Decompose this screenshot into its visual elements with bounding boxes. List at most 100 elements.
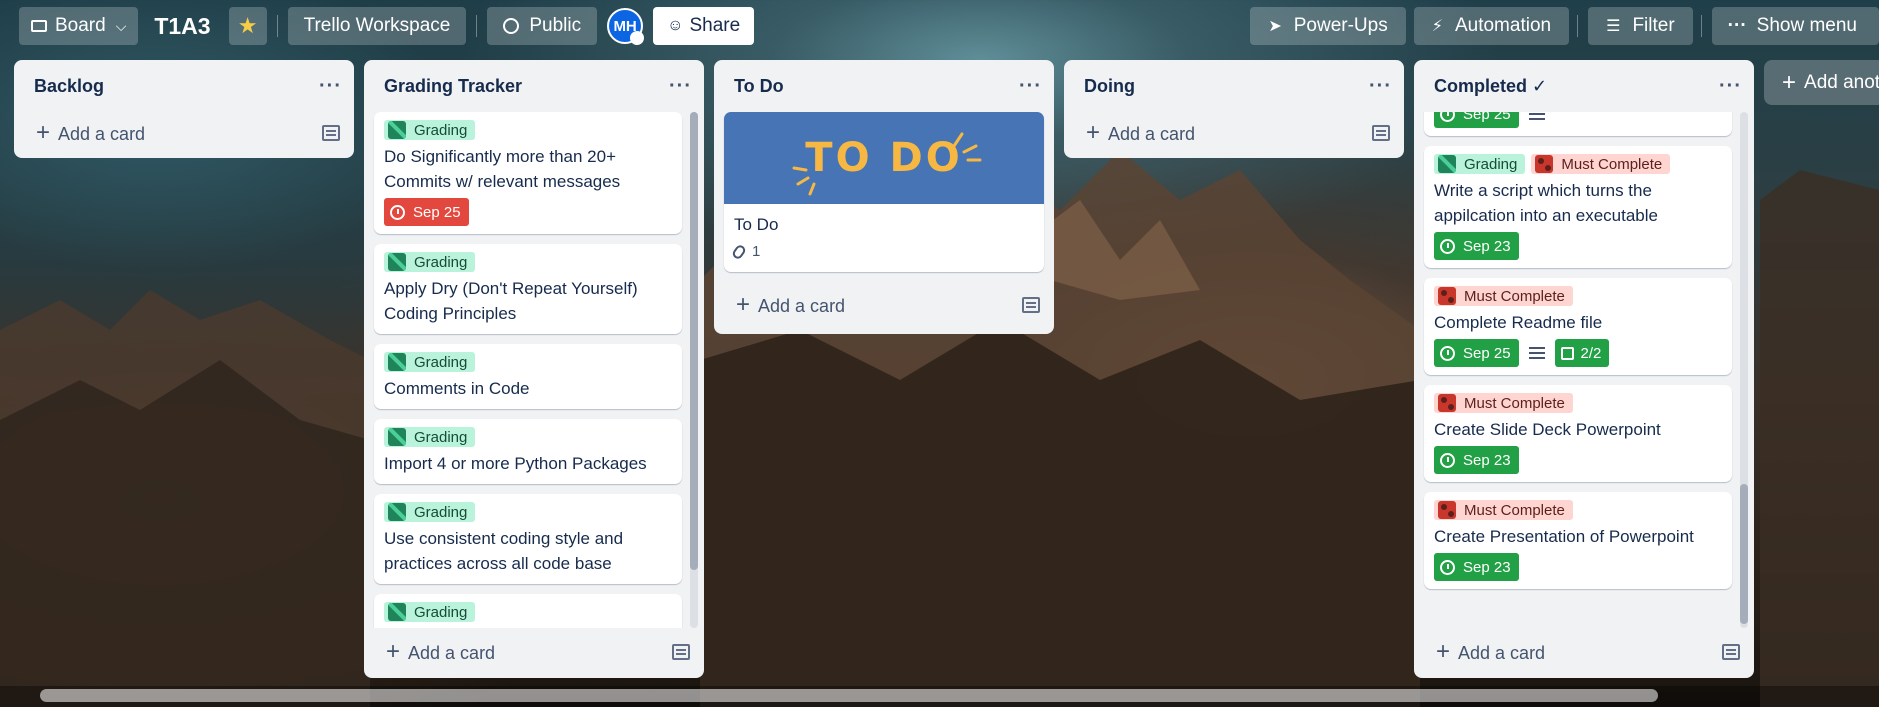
powerups-button[interactable]: ➤ Power-Ups (1250, 7, 1406, 45)
description-icon (1528, 347, 1545, 359)
list-title[interactable]: Backlog (34, 76, 104, 97)
card[interactable]: Grading Must Complete Write a script whi… (1424, 146, 1732, 268)
filter-button[interactable]: ☰ Filter (1588, 7, 1693, 45)
must-complete-label-icon (1438, 287, 1456, 305)
label-grading[interactable]: Grading (384, 352, 476, 372)
add-card-button[interactable]: + Add a card (36, 119, 145, 147)
avatar[interactable]: MH (607, 8, 645, 45)
list-title[interactable]: Grading Tracker (384, 76, 522, 97)
card-template-icon[interactable] (1722, 644, 1740, 660)
card-template-icon[interactable] (322, 125, 340, 141)
due-date-badge[interactable]: Sep 25 (1434, 339, 1519, 367)
label-grading[interactable]: Grading (384, 502, 476, 522)
add-card-label: Add a card (408, 643, 496, 663)
clock-icon (1440, 452, 1455, 468)
add-card-row: + Add a card (1064, 112, 1404, 154)
label-text: Grading (414, 121, 468, 139)
card-list: TO DO To Do 1 (714, 112, 1054, 282)
list-scrollbar[interactable] (1740, 112, 1748, 628)
show-menu-button[interactable]: ··· Show menu (1711, 7, 1879, 45)
label-grading[interactable]: Grading (1434, 154, 1526, 174)
label-must-complete[interactable]: Must Complete (1434, 500, 1573, 520)
card[interactable]: Grading (374, 594, 682, 628)
board-scrollbar-thumb[interactable] (40, 689, 1658, 702)
list-menu-icon[interactable]: ··· (319, 75, 342, 98)
add-list-button[interactable]: + Add anot (1764, 60, 1879, 105)
grading-label-icon (1438, 155, 1456, 173)
due-date: Sep 23 (1463, 558, 1511, 576)
label-grading[interactable]: Grading (384, 602, 476, 622)
attachments-badge: 1 (730, 239, 760, 264)
plus-icon: + (1782, 68, 1797, 96)
label-must-complete[interactable]: Must Complete (1434, 286, 1573, 306)
add-user-icon: ☺ (667, 17, 684, 34)
label-grading[interactable]: Grading (384, 252, 476, 272)
card[interactable]: Must Complete Create Slide Deck Powerpoi… (1424, 385, 1732, 482)
list-menu-icon[interactable]: ··· (669, 75, 692, 98)
divider (476, 15, 478, 37)
card[interactable]: TO DO To Do 1 (724, 112, 1044, 272)
card-title: Complete Readme file (1434, 313, 1603, 332)
label-grading[interactable]: Grading (384, 427, 476, 447)
list-title[interactable]: To Do (734, 76, 784, 97)
list-completed: Completed ✓ ··· Sep 25 Grading Must Comp… (1414, 60, 1754, 678)
list-scrollbar-thumb[interactable] (1740, 484, 1748, 624)
card[interactable]: Grading Apply Dry (Don't Repeat Yourself… (374, 244, 682, 334)
add-card-button[interactable]: + Add a card (1436, 638, 1545, 666)
list-header: To Do ··· (714, 60, 1054, 112)
card-title: Import 4 or more Python Packages (384, 454, 647, 473)
visibility-label: Public (529, 15, 582, 36)
automation-button[interactable]: ⚡ Automation (1413, 7, 1570, 45)
list-title[interactable]: Doing (1084, 76, 1135, 97)
workspace-button[interactable]: Trello Workspace (287, 7, 467, 45)
label-must-complete[interactable]: Must Complete (1531, 154, 1671, 174)
clock-icon (390, 204, 405, 220)
list-title[interactable]: Completed ✓ (1434, 76, 1547, 97)
clock-icon (1440, 112, 1455, 122)
grading-label-icon (388, 121, 406, 139)
visibility-button[interactable]: Public (487, 7, 598, 45)
label-grading[interactable]: Grading (384, 120, 476, 140)
card[interactable]: Grading Import 4 or more Python Packages (374, 419, 682, 484)
list-menu-icon[interactable]: ··· (1719, 75, 1742, 98)
card-template-icon[interactable] (1372, 125, 1390, 141)
share-button[interactable]: ☺ Share (653, 7, 755, 45)
due-date-badge[interactable]: Sep 23 (1434, 446, 1519, 474)
must-complete-label-icon (1535, 155, 1554, 173)
grading-label-icon (388, 428, 406, 446)
add-card-label: Add a card (1108, 124, 1196, 144)
list-header: Completed ✓ ··· (1414, 60, 1754, 112)
header-actions: ➤ Power-Ups ⚡ Automation ☰ Filter ··· Sh… (1250, 7, 1879, 45)
add-card-button[interactable]: + Add a card (386, 638, 495, 666)
due-date-badge[interactable]: Sep 25 (1434, 112, 1519, 128)
due-date-badge[interactable]: Sep 23 (1434, 232, 1519, 260)
list-backlog: Backlog ··· + Add a card (14, 60, 354, 158)
board-title[interactable]: T1A3 (154, 13, 210, 40)
card[interactable]: Must Complete Complete Readme file Sep 2… (1424, 278, 1732, 375)
list-menu-icon[interactable]: ··· (1369, 75, 1392, 98)
card[interactable]: Grading Comments in Code (374, 344, 682, 409)
list-menu-icon[interactable]: ··· (1019, 75, 1042, 98)
due-date: Sep 25 (413, 203, 461, 221)
add-card-button[interactable]: + Add a card (1086, 119, 1195, 147)
board-view-switcher[interactable]: Board ⌵ (19, 7, 139, 45)
card-template-icon[interactable] (1022, 297, 1040, 313)
card[interactable]: Must Complete Create Presentation of Pow… (1424, 492, 1732, 589)
card[interactable]: Sep 25 (1424, 112, 1732, 136)
filter-label: Filter (1632, 15, 1675, 36)
list-scrollbar-thumb[interactable] (690, 112, 698, 570)
add-card-button[interactable]: + Add a card (736, 291, 845, 319)
label-must-complete[interactable]: Must Complete (1434, 393, 1573, 413)
list-scrollbar[interactable] (690, 112, 698, 628)
card[interactable]: Grading Do Significantly more than 20+ C… (374, 112, 682, 234)
show-menu-label: Show menu (1756, 15, 1857, 36)
grading-label-icon (388, 353, 406, 371)
card[interactable]: Grading Use consistent coding style and … (374, 494, 682, 584)
card-template-icon[interactable] (672, 644, 690, 660)
due-date-badge[interactable]: Sep 25 (384, 198, 469, 226)
divider (1700, 15, 1702, 37)
star-button[interactable]: ★ (228, 7, 267, 45)
grading-label-icon (388, 253, 406, 271)
label-text: Grading (414, 503, 468, 521)
due-date-badge[interactable]: Sep 23 (1434, 553, 1519, 581)
